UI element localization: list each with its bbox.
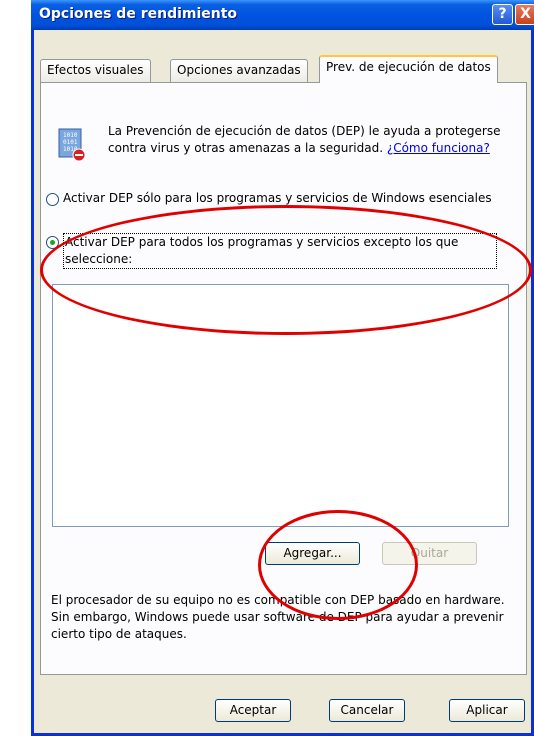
dep-tab-panel: 1010 0101 1010 La Prevención de ejecució… — [40, 82, 527, 675]
exceptions-list[interactable] — [52, 284, 509, 527]
remove-button[interactable]: Quitar — [382, 542, 477, 565]
close-button[interactable]: X — [515, 4, 534, 25]
add-button[interactable]: Agregar... — [265, 542, 360, 565]
radio-all-programs[interactable]: Activar DEP para todos los programas y s… — [46, 233, 497, 269]
window-title: Opciones de rendimiento — [39, 6, 238, 22]
svg-text:1010: 1010 — [63, 132, 78, 139]
radio-essential-label: Activar DEP sólo para los programas y se… — [63, 191, 492, 205]
dep-shield-icon: 1010 0101 1010 — [58, 128, 86, 162]
radio-essential-circle[interactable] — [46, 193, 59, 206]
apply-button[interactable]: Aplicar — [449, 699, 525, 722]
svg-text:0101: 0101 — [63, 139, 78, 146]
performance-options-dialog: Opciones de rendimiento ? X Efectos visu… — [31, 0, 534, 736]
radio-essential-only[interactable]: Activar DEP sólo para los programas y se… — [46, 190, 493, 207]
tab-advanced-options[interactable]: Opciones avanzadas — [170, 59, 308, 82]
radio-all-label: Activar DEP para todos los programas y s… — [63, 233, 497, 269]
tab-visual-effects[interactable]: Efectos visuales — [40, 59, 151, 82]
dep-intro: La Prevención de ejecución de datos (DEP… — [108, 123, 508, 157]
tab-dep[interactable]: Prev. de ejecución de datos — [319, 55, 498, 83]
title-bar[interactable]: Opciones de rendimiento ? X — [31, 0, 534, 30]
help-button[interactable]: ? — [492, 4, 513, 25]
ok-button[interactable]: Aceptar — [215, 699, 291, 722]
radio-all-circle[interactable] — [46, 236, 59, 249]
hardware-support-text: El procesador de su equipo no es compati… — [51, 593, 505, 641]
how-it-works-link[interactable]: ¿Cómo funciona? — [387, 141, 490, 155]
cancel-button[interactable]: Cancelar — [329, 699, 405, 722]
